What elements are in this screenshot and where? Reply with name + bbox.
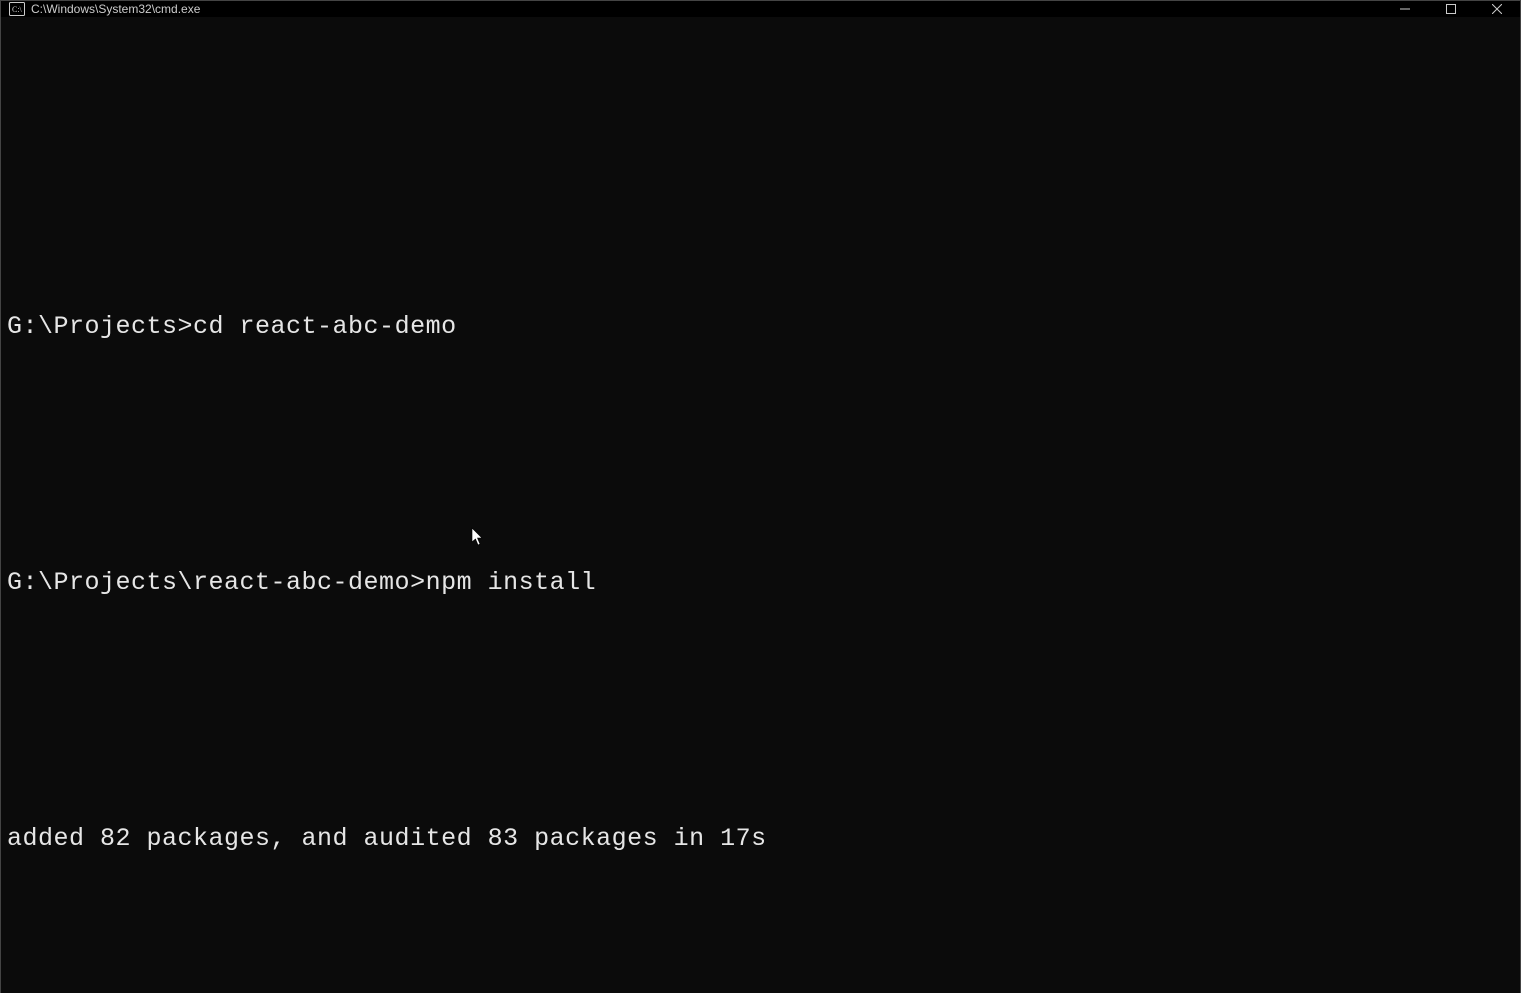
maximize-button[interactable] bbox=[1428, 1, 1474, 17]
cmd-window: C:\ C:\Windows\System32\cmd.exe bbox=[0, 0, 1521, 993]
terminal-area[interactable]: G:\Projects>cd react-abc-demo G:\Project… bbox=[1, 17, 1520, 993]
titlebar[interactable]: C:\ C:\Windows\System32\cmd.exe bbox=[1, 1, 1520, 17]
prompt: G:\Projects\react-abc-demo> bbox=[7, 568, 426, 597]
svg-text:C:\: C:\ bbox=[12, 5, 23, 14]
close-icon bbox=[1492, 4, 1502, 14]
command: cd react-abc-demo bbox=[193, 312, 457, 341]
minimize-icon bbox=[1400, 4, 1410, 14]
cmd-icon: C:\ bbox=[9, 1, 25, 17]
minimize-button[interactable] bbox=[1382, 1, 1428, 17]
output-line: added 82 packages, and audited 83 packag… bbox=[7, 823, 1516, 855]
maximize-icon bbox=[1446, 4, 1456, 14]
terminal-line: G:\Projects>cd react-abc-demo bbox=[7, 311, 1516, 343]
prompt: G:\Projects> bbox=[7, 312, 193, 341]
mouse-pointer-icon bbox=[471, 527, 485, 547]
window-controls bbox=[1382, 1, 1520, 17]
close-button[interactable] bbox=[1474, 1, 1520, 17]
command: npm install bbox=[426, 568, 597, 597]
window-title: C:\Windows\System32\cmd.exe bbox=[31, 2, 200, 16]
terminal-line: G:\Projects\react-abc-demo>npm install bbox=[7, 567, 1516, 599]
